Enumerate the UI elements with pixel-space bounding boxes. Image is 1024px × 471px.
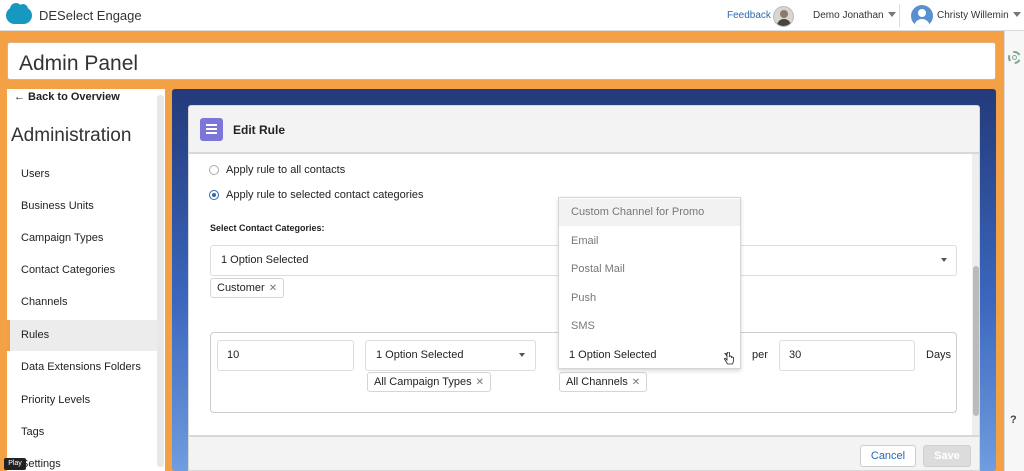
sidebar-item-campaign-types[interactable]: Campaign Types xyxy=(7,223,157,254)
help-icon[interactable]: ? xyxy=(1010,414,1017,426)
sidebar-item-channels[interactable]: Channels xyxy=(7,287,157,318)
admin-header: Admin Panel xyxy=(7,42,996,80)
remove-chip-icon[interactable]: ✕ xyxy=(269,283,277,294)
sidebar-item-users[interactable]: Users xyxy=(7,159,157,190)
edit-rule-footer: Cancel Save xyxy=(188,436,980,471)
edit-rule-title: Edit Rule xyxy=(233,123,286,137)
channel-select[interactable]: 1 Option Selected xyxy=(559,341,740,369)
chevron-down-icon xyxy=(941,258,947,262)
count-input[interactable]: 10 xyxy=(217,340,354,371)
days-input[interactable]: 30 xyxy=(779,340,915,371)
campaign-chip: All Campaign Types ✕ xyxy=(367,372,492,392)
brand[interactable]: DESelect Engage xyxy=(6,2,142,24)
remove-chip-icon[interactable]: ✕ xyxy=(632,377,640,388)
chevron-down-icon xyxy=(1012,12,1021,17)
channel-option[interactable]: Postal Mail xyxy=(571,263,625,275)
per-label: per xyxy=(752,349,768,361)
sidebar-title: Administration xyxy=(11,125,132,146)
select-contact-categories-label: Select Contact Categories: xyxy=(210,223,325,233)
feedback-link[interactable]: Feedback xyxy=(727,10,771,21)
page-title: Admin Panel xyxy=(19,52,139,75)
category-chip-customer: Customer ✕ xyxy=(210,278,285,298)
radio-apply-all[interactable]: Apply rule to all contacts xyxy=(209,164,345,176)
channel-option[interactable]: Push xyxy=(571,292,596,304)
chevron-down-icon xyxy=(519,353,525,357)
sidebar-item-settings[interactable]: Settings xyxy=(7,449,157,471)
days-input-value: 30 xyxy=(789,349,802,361)
campaign-chip-label: All Campaign Types xyxy=(374,376,472,388)
sidebar-item-business-units[interactable]: Business Units xyxy=(7,191,157,222)
list-icon xyxy=(200,118,223,141)
sidebar-scrollbar[interactable] xyxy=(157,95,164,467)
business-unit-name: Demo Jonathan xyxy=(813,10,884,21)
app-name: DESelect Engage xyxy=(39,7,142,23)
cancel-button[interactable]: Cancel xyxy=(860,445,916,467)
salesforce-cloud-icon xyxy=(6,2,32,24)
user-menu[interactable]: Christy Willemin xyxy=(937,10,1021,21)
sidebar-item-rules[interactable]: Rules xyxy=(7,320,157,351)
remove-chip-icon[interactable]: ✕ xyxy=(476,377,484,388)
user-avatar-icon[interactable] xyxy=(911,5,933,27)
save-button[interactable]: Save xyxy=(923,445,971,467)
right-rail xyxy=(1004,31,1024,471)
sidebar: ← Back to Overview Administration Users … xyxy=(7,89,165,471)
body-scrollbar[interactable] xyxy=(972,154,979,435)
back-to-overview-link[interactable]: ← Back to Overview xyxy=(14,91,120,103)
radio-apply-selected-label: Apply rule to selected contact categorie… xyxy=(226,189,424,201)
scrollbar-thumb[interactable] xyxy=(973,266,979,416)
business-unit-menu[interactable]: Demo Jonathan xyxy=(813,10,896,21)
channel-select-value: 1 Option Selected xyxy=(569,349,657,361)
hand-cursor-icon xyxy=(724,352,734,365)
sidebar-item-contact-categories[interactable]: Contact Categories xyxy=(7,255,157,286)
channel-option[interactable]: SMS xyxy=(571,320,595,332)
campaign-type-select[interactable]: 1 Option Selected xyxy=(365,340,536,371)
edit-rule-header: Edit Rule xyxy=(188,105,980,153)
category-chip-label: Customer xyxy=(217,282,265,294)
contact-categories-select-value: 1 Option Selected xyxy=(221,254,309,266)
campaign-type-select-value: 1 Option Selected xyxy=(376,349,464,361)
count-input-value: 10 xyxy=(227,349,240,361)
radio-button-selected[interactable] xyxy=(209,190,219,200)
channel-dropdown: Custom Channel for Promo Email Postal Ma… xyxy=(558,197,741,369)
user-name: Christy Willemin xyxy=(937,10,1009,21)
radio-button[interactable] xyxy=(209,165,219,175)
radio-apply-all-label: Apply rule to all contacts xyxy=(226,164,346,176)
play-button[interactable]: Play xyxy=(4,458,26,470)
sidebar-item-priority-levels[interactable]: Priority Levels xyxy=(7,385,157,416)
days-label: Days xyxy=(926,349,952,361)
chevron-down-icon xyxy=(887,12,896,17)
channel-option[interactable]: Custom Channel for Promo xyxy=(559,199,740,226)
business-unit-avatar-icon xyxy=(773,6,794,27)
channel-chip: All Channels ✕ xyxy=(559,372,648,392)
radio-apply-selected[interactable]: Apply rule to selected contact categorie… xyxy=(209,189,424,201)
channel-chip-label: All Channels xyxy=(566,376,628,388)
divider xyxy=(899,4,900,27)
sidebar-item-tags[interactable]: Tags xyxy=(7,417,157,448)
channel-option[interactable]: Email xyxy=(571,235,599,247)
gear-icon[interactable] xyxy=(1008,51,1021,64)
sidebar-item-data-extensions-folders[interactable]: Data Extensions Folders xyxy=(7,352,157,383)
